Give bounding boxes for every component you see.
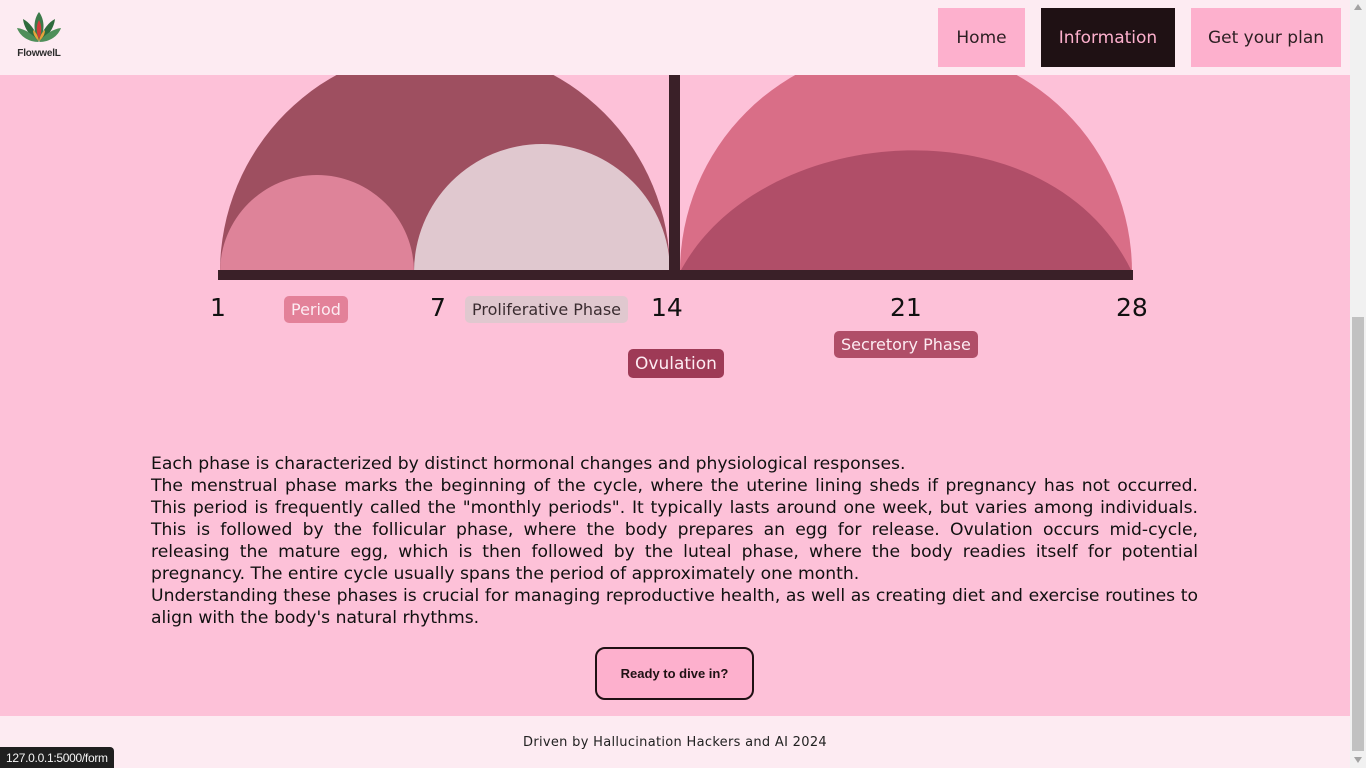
nav-get-your-plan-button[interactable]: Get your plan — [1191, 8, 1341, 67]
scrollbar[interactable] — [1350, 0, 1366, 768]
proliferative-phase-label: Proliferative Phase — [465, 296, 629, 323]
day-tick-28: 28 — [1116, 293, 1148, 322]
nav-home-button[interactable]: Home — [938, 8, 1025, 67]
info-text: Each phase is characterized by distinct … — [151, 453, 1198, 629]
footer-text: Driven by Hallucination Hackers and AI 2… — [523, 735, 827, 750]
scrollbar-thumb[interactable] — [1352, 317, 1364, 751]
day-tick-7: 7 — [430, 293, 446, 322]
day-tick-21: 21 — [890, 293, 922, 322]
scroll-up-arrow-icon[interactable] — [1353, 3, 1363, 11]
day-tick-1: 1 — [210, 293, 226, 322]
lotus-icon — [17, 12, 61, 42]
info-paragraph: Each phase is characterized by distinct … — [151, 454, 906, 474]
navbar: FlowwelL Home Information Get your plan — [0, 0, 1350, 75]
ovulation-label: Ovulation — [628, 349, 724, 378]
nav-information-button[interactable]: Information — [1041, 8, 1175, 67]
status-bar-url: 127.0.0.1:5000/form — [0, 747, 114, 768]
main-content: 1 7 14 21 28 Period Proliferative Phase … — [0, 0, 1350, 716]
ready-to-dive-in-button[interactable]: Ready to dive in? — [595, 647, 754, 700]
scroll-down-arrow-icon[interactable] — [1353, 756, 1363, 764]
flowwell-logo[interactable]: FlowwelL — [14, 8, 64, 62]
brand-name: FlowwelL — [17, 48, 61, 59]
info-paragraph: Understanding these phases is crucial fo… — [151, 586, 1198, 628]
cycle-axis — [218, 270, 1133, 280]
info-paragraph: The menstrual phase marks the beginning … — [151, 476, 1198, 584]
secretory-phase-label: Secretory Phase — [834, 331, 978, 358]
ovulation-line — [669, 70, 680, 275]
day-tick-14: 14 — [651, 293, 683, 322]
period-label: Period — [284, 296, 348, 323]
